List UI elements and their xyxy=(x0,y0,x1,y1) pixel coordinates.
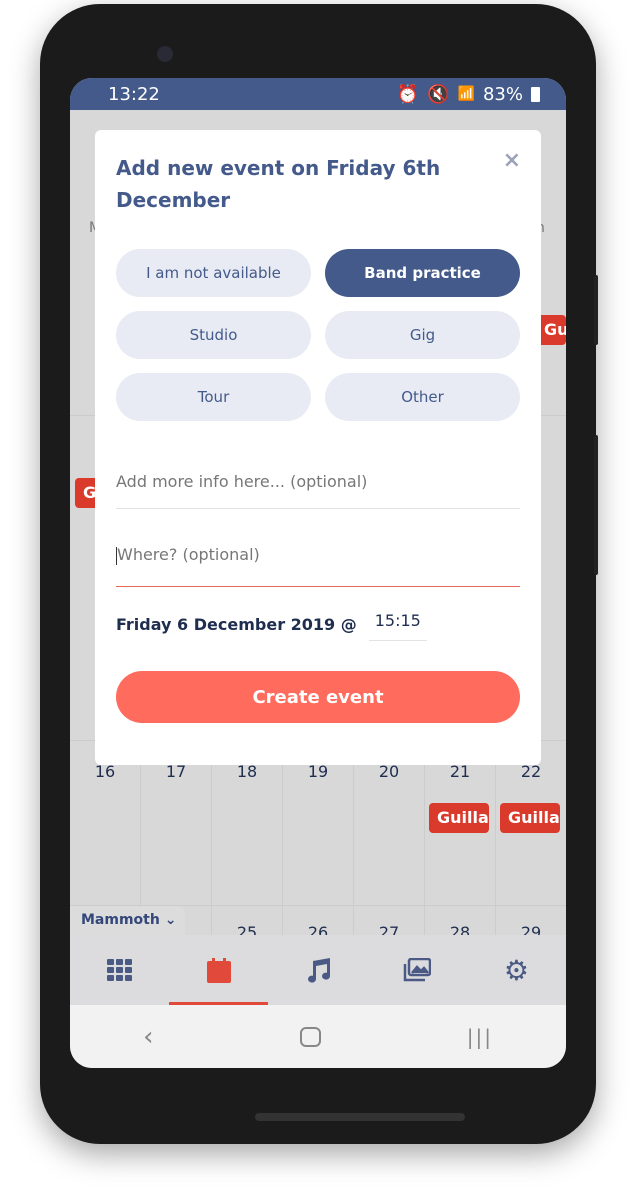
system-nav: ‹ ||| xyxy=(70,1005,566,1068)
nav-music[interactable] xyxy=(268,935,367,1005)
calendar-icon xyxy=(206,957,231,983)
camera xyxy=(157,46,173,62)
mute-icon: 🔇 xyxy=(427,83,450,105)
home-icon[interactable] xyxy=(299,1026,321,1047)
where-input[interactable]: Where? (optional) xyxy=(116,533,520,587)
date-label: Friday 6 December 2019 @ xyxy=(116,614,357,634)
settings-icon: ⚙ xyxy=(503,953,529,987)
speaker xyxy=(255,1113,465,1121)
band-selector[interactable]: Mammoth ⌄ xyxy=(70,906,185,936)
time-input[interactable]: 15:15 xyxy=(368,607,427,641)
screen: 13:22 ⏰ 🔇 📶 83% M n 16 17 18 19 20 21 22… xyxy=(70,78,566,1068)
event-badge[interactable]: Guillau xyxy=(429,803,489,833)
type-studio[interactable]: Studio xyxy=(116,311,311,359)
battery-icon xyxy=(531,86,540,102)
clock: 13:22 xyxy=(108,83,160,105)
status-bar: 13:22 ⏰ 🔇 📶 83% xyxy=(70,78,566,110)
power-button xyxy=(594,435,598,575)
where-placeholder: Where? (optional) xyxy=(117,545,260,564)
info-placeholder: Add more info here... (optional) xyxy=(116,472,368,491)
nav-settings[interactable]: ⚙ xyxy=(467,935,566,1005)
type-tour[interactable]: Tour xyxy=(116,373,311,421)
create-event-button[interactable]: Create event xyxy=(116,671,520,723)
event-badge[interactable]: Guillau xyxy=(500,803,560,833)
recents-icon[interactable]: ||| xyxy=(467,1025,493,1049)
volume-button xyxy=(594,275,598,345)
type-gig[interactable]: Gig xyxy=(325,311,520,359)
add-event-dialog: Add new event on Friday 6th December × I… xyxy=(95,130,541,765)
nav-calendar[interactable] xyxy=(169,935,269,1005)
band-name: Mammoth xyxy=(81,912,160,928)
wifi-icon: 📶 xyxy=(457,86,475,102)
chevron-down-icon: ⌄ xyxy=(164,912,177,928)
music-icon xyxy=(308,958,331,983)
event-type-options: I am not available Band practice Studio … xyxy=(116,249,520,421)
nav-dashboard[interactable] xyxy=(70,935,169,1005)
type-not-available[interactable]: I am not available xyxy=(116,249,311,297)
type-other[interactable]: Other xyxy=(325,373,520,421)
info-input[interactable]: Add more info here... (optional) xyxy=(116,455,520,509)
battery-text: 83% xyxy=(482,83,523,105)
type-band-practice[interactable]: Band practice xyxy=(325,249,520,297)
back-icon[interactable]: ‹ xyxy=(143,1022,153,1052)
bottom-nav: ⚙ xyxy=(70,935,566,1005)
close-icon[interactable]: × xyxy=(503,148,521,173)
gallery-icon xyxy=(403,958,432,982)
date-time-row: Friday 6 December 2019 @ 15:15 xyxy=(116,607,520,641)
alarm-icon: ⏰ xyxy=(396,83,420,105)
dialog-title: Add new event on Friday 6th December xyxy=(116,156,441,212)
grid-icon xyxy=(106,959,132,981)
nav-gallery[interactable] xyxy=(368,935,467,1005)
